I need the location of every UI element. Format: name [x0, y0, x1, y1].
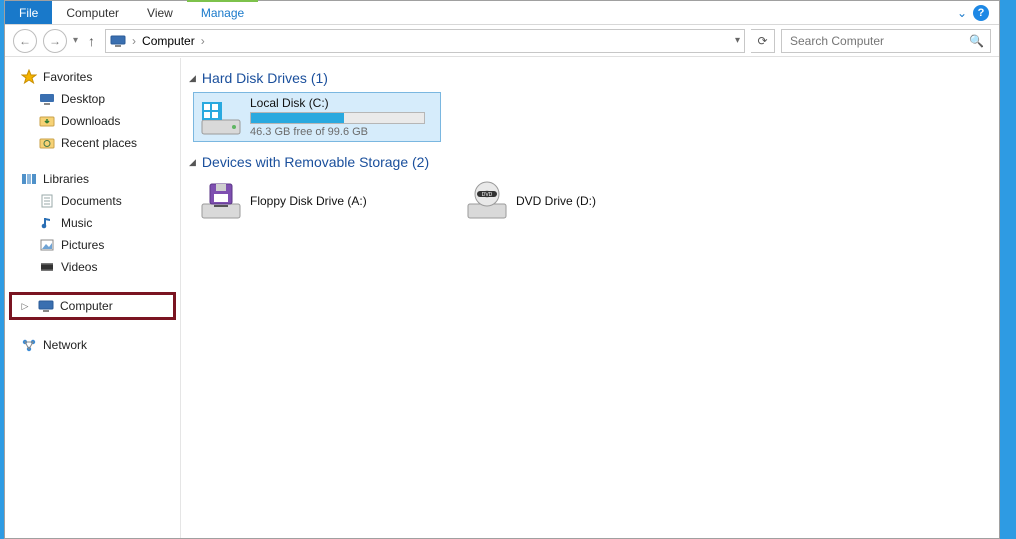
network-icon — [21, 337, 37, 353]
crumb-sep: › — [132, 34, 136, 48]
navigation-pane: Favorites Desktop Downloads Recent place… — [5, 58, 181, 538]
libraries-header[interactable]: Libraries — [5, 168, 180, 190]
tab-file[interactable]: File — [5, 1, 52, 24]
help-icon[interactable]: ? — [973, 5, 989, 21]
sidebar-item-label: Computer — [60, 299, 113, 313]
crumb-sep: › — [201, 34, 205, 48]
up-button[interactable]: ↑ — [84, 33, 99, 49]
computer-icon — [38, 298, 54, 314]
documents-icon — [39, 193, 55, 209]
sidebar-item-label: Pictures — [61, 238, 104, 252]
section-header-hdd[interactable]: ◢ Hard Disk Drives (1) — [189, 70, 991, 86]
tab-manage[interactable]: Manage — [187, 0, 258, 24]
libraries-group: Libraries Documents Music Pictures Video… — [5, 168, 180, 278]
libraries-icon — [21, 171, 37, 187]
section-title: Devices with Removable Storage (2) — [202, 154, 429, 170]
sidebar-item-label: Recent places — [61, 136, 137, 150]
dvd-icon: DVD — [466, 180, 508, 222]
ribbon: File Computer View Manage ⌄ ? — [5, 1, 999, 25]
sidebar-item-pictures[interactable]: Pictures — [5, 234, 180, 256]
tab-computer[interactable]: Computer — [52, 1, 133, 24]
star-icon — [21, 69, 37, 85]
explorer-window: File Computer View Manage ⌄ ? ← → ▾ ↑ › … — [4, 0, 1000, 539]
capacity-fill — [251, 113, 344, 123]
drive-free-space: 46.3 GB free of 99.6 GB — [250, 126, 425, 138]
section-title: Hard Disk Drives (1) — [202, 70, 328, 86]
videos-icon — [39, 259, 55, 275]
favorites-header[interactable]: Favorites — [5, 66, 180, 88]
libraries-label: Libraries — [43, 172, 89, 186]
tab-view[interactable]: View — [133, 1, 187, 24]
drive-tile-dvd-d[interactable]: DVD DVD Drive (D:) — [459, 176, 707, 226]
drive-tile-local-disk-c[interactable]: Local Disk (C:) 46.3 GB free of 99.6 GB — [193, 92, 441, 142]
sidebar-item-label: Music — [61, 216, 92, 230]
recent-icon — [39, 135, 55, 151]
sidebar-item-documents[interactable]: Documents — [5, 190, 180, 212]
section-header-removable[interactable]: ◢ Devices with Removable Storage (2) — [189, 154, 991, 170]
search-icon: 🔍 — [969, 34, 984, 48]
search-box[interactable]: 🔍 — [781, 29, 991, 53]
sidebar-item-label: Downloads — [61, 114, 120, 128]
ribbon-expand-icon[interactable]: ⌄ — [957, 6, 967, 20]
search-input[interactable] — [788, 33, 958, 49]
computer-icon — [110, 33, 126, 49]
desktop-icon — [39, 91, 55, 107]
music-icon — [39, 215, 55, 231]
navigation-bar: ← → ▾ ↑ › Computer › ▾ ⟳ 🔍 — [5, 25, 999, 57]
svg-text:DVD: DVD — [482, 192, 493, 198]
collapse-icon[interactable]: ◢ — [189, 73, 196, 84]
sidebar-item-music[interactable]: Music — [5, 212, 180, 234]
sidebar-item-network[interactable]: Network — [5, 334, 180, 356]
refresh-button[interactable]: ⟳ — [751, 29, 775, 53]
sidebar-item-computer[interactable]: ▷ Computer — [12, 295, 173, 317]
address-history-icon[interactable]: ▾ — [735, 35, 740, 46]
favorites-label: Favorites — [43, 70, 92, 84]
drive-name: Local Disk (C:) — [250, 96, 425, 110]
content-pane: ◢ Hard Disk Drives (1) Local Disk (C:) 4… — [181, 58, 999, 538]
address-bar[interactable]: › Computer › ▾ — [105, 29, 745, 53]
downloads-icon — [39, 113, 55, 129]
back-button[interactable]: ← — [13, 29, 37, 53]
network-group: Network — [5, 334, 180, 356]
highlight-box: ▷ Computer — [9, 292, 176, 320]
sidebar-item-label: Videos — [61, 260, 97, 274]
forward-button[interactable]: → — [43, 29, 67, 53]
favorites-group: Favorites Desktop Downloads Recent place… — [5, 66, 180, 154]
drive-name: DVD Drive (D:) — [516, 194, 596, 208]
recent-locations-icon[interactable]: ▾ — [73, 35, 78, 46]
sidebar-item-label: Documents — [61, 194, 122, 208]
sidebar-item-downloads[interactable]: Downloads — [5, 110, 180, 132]
sidebar-item-recent[interactable]: Recent places — [5, 132, 180, 154]
drive-tile-floppy-a[interactable]: Floppy Disk Drive (A:) — [193, 176, 441, 226]
drive-name: Floppy Disk Drive (A:) — [250, 194, 367, 208]
sidebar-item-label: Network — [43, 338, 87, 352]
pictures-icon — [39, 237, 55, 253]
hdd-icon — [200, 96, 242, 138]
expander-icon[interactable]: ▷ — [20, 301, 30, 312]
sidebar-item-desktop[interactable]: Desktop — [5, 88, 180, 110]
sidebar-item-videos[interactable]: Videos — [5, 256, 180, 278]
breadcrumb[interactable]: Computer — [142, 34, 195, 48]
computer-group: ▷ Computer — [5, 292, 180, 320]
capacity-bar — [250, 112, 425, 124]
collapse-icon[interactable]: ◢ — [189, 157, 196, 168]
sidebar-item-label: Desktop — [61, 92, 105, 106]
floppy-icon — [200, 180, 242, 222]
